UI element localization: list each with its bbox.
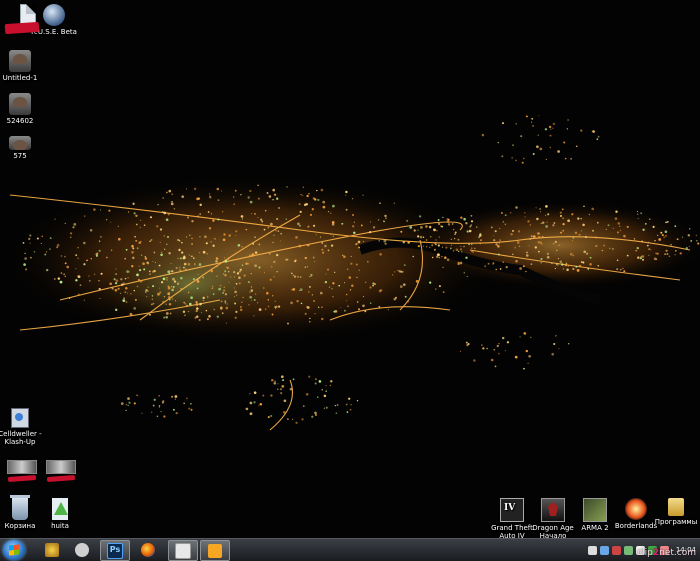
watermark-suffix: net.com [659, 548, 696, 558]
firefox-icon [141, 542, 155, 557]
taskbar-document-button[interactable] [168, 540, 198, 561]
network-icon[interactable] [587, 545, 597, 555]
desktop-icon-untitled-1[interactable]: Untitled-1 [0, 50, 48, 82]
taskbar-firefox-button[interactable] [134, 540, 162, 559]
borderlands-icon [625, 498, 647, 520]
desktop-wallpaper [0, 0, 700, 540]
psd-file-icon [9, 136, 31, 150]
desktop-icon-redacted-thumb-2[interactable] [33, 460, 89, 482]
watermark-prefix: clip [637, 548, 653, 558]
redaction-mark [7, 475, 37, 482]
desktop-icon-524602[interactable]: 524602 [0, 93, 48, 125]
antivirus-icon[interactable] [611, 545, 621, 555]
taskbar-media-player-button[interactable] [200, 540, 230, 561]
volume-icon[interactable] [599, 545, 609, 555]
taskbar-wow-button[interactable] [38, 540, 66, 559]
desktop-icon-huita[interactable]: huita [32, 498, 88, 530]
redacted-file-icon [4, 21, 40, 35]
tray-app-icon[interactable] [623, 545, 633, 555]
desktop-icon-celldweller[interactable]: Celldweller - Klash-Up [0, 408, 48, 446]
psd-file-icon [9, 50, 31, 72]
desktop-icon-575[interactable]: 575 [0, 136, 48, 160]
document-icon [175, 542, 191, 559]
redacted-thumbnail-icon [46, 460, 76, 474]
huita-icon [52, 498, 68, 520]
recycle-bin-icon [10, 495, 30, 520]
redaction-mark [46, 475, 76, 482]
media-player-icon [208, 543, 222, 558]
audio-shortcut-icon [11, 408, 29, 428]
desktop-icon-programs[interactable]: Программы [648, 498, 700, 526]
gta-iv-icon [500, 498, 524, 522]
start-button[interactable] [3, 540, 25, 560]
taskbar-steam-button[interactable] [68, 540, 96, 559]
dragon-age-icon [541, 498, 565, 522]
watermark: clip2net.com [637, 548, 696, 558]
taskbar-photoshop-button[interactable]: Ps [100, 540, 130, 561]
photoshop-icon: Ps [107, 542, 123, 559]
arma2-icon [583, 498, 607, 522]
desktop-icon-redacted[interactable] [0, 21, 50, 35]
taskbar: Ps 14:04 [0, 538, 700, 561]
steam-icon [75, 542, 89, 557]
programs-folder-icon [668, 498, 684, 516]
psd-file-icon [9, 93, 31, 115]
wow-icon [45, 542, 59, 557]
